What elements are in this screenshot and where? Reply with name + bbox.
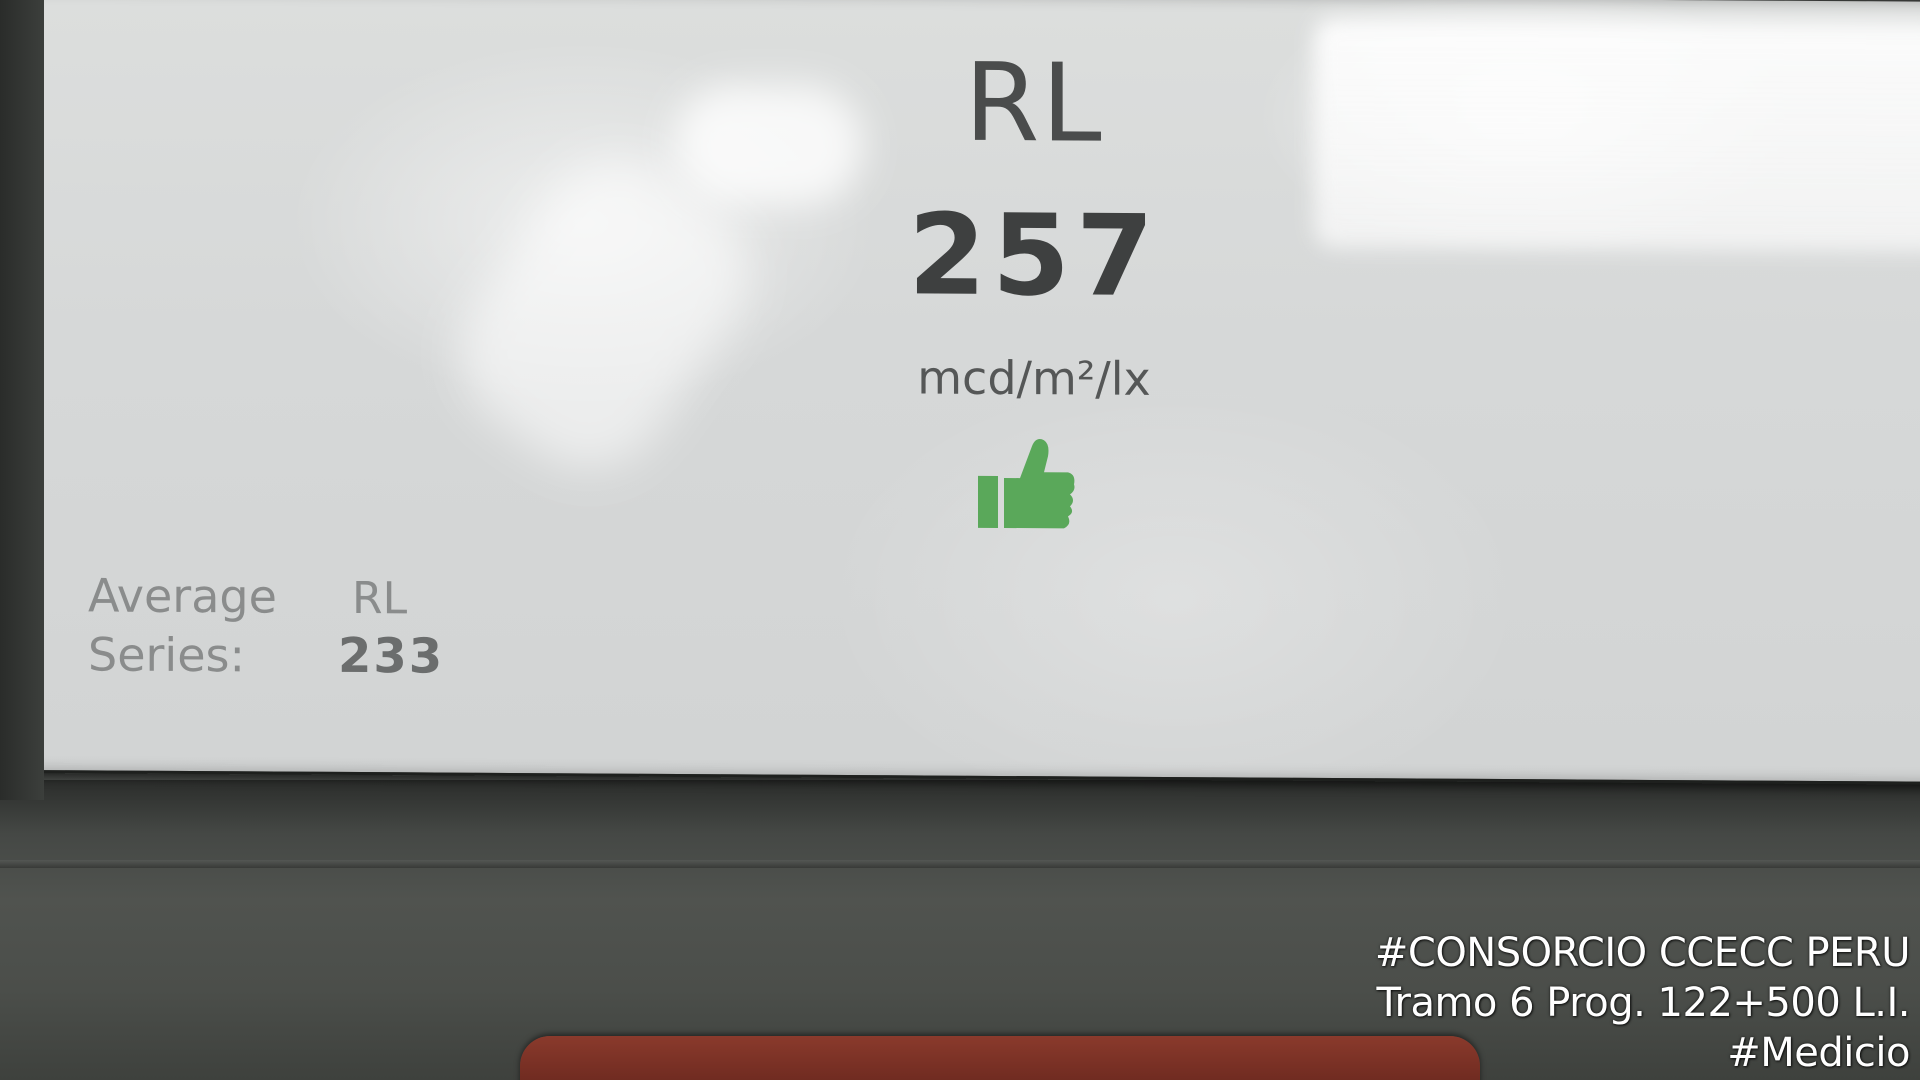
average-rl-label: RL [352, 573, 408, 625]
watermark-line-3: #Medicio [1727, 1030, 1910, 1076]
measurement-value: 257 [908, 190, 1160, 322]
red-button[interactable] [520, 1036, 1480, 1080]
photo: RL 257 mcd/m²/lx Average RL Series: 233 … [0, 0, 1920, 1080]
watermark-line-1: #CONSORCIO CCECC PERU [1374, 930, 1911, 976]
thumbs-up-icon [978, 439, 1075, 529]
photo-watermark: #CONSORCIO CCECC PERU Tramo 6 Prog. 122+… [1374, 928, 1911, 1078]
watermark-line-2: Tramo 6 Prog. 122+500 L.I. [1376, 980, 1910, 1026]
measurement-label: RL [964, 40, 1104, 167]
screen-bezel [0, 0, 44, 800]
lcd-screen: RL 257 mcd/m²/lx Average RL Series: 233 [24, 0, 1920, 785]
measurement-unit: mcd/m²/lx [917, 350, 1151, 406]
average-label: Average [88, 568, 277, 624]
average-value: 233 [338, 627, 445, 685]
average-series: Average RL Series: 233 [88, 568, 444, 686]
device-ridge [0, 860, 1920, 868]
series-label: Series: [88, 627, 245, 683]
